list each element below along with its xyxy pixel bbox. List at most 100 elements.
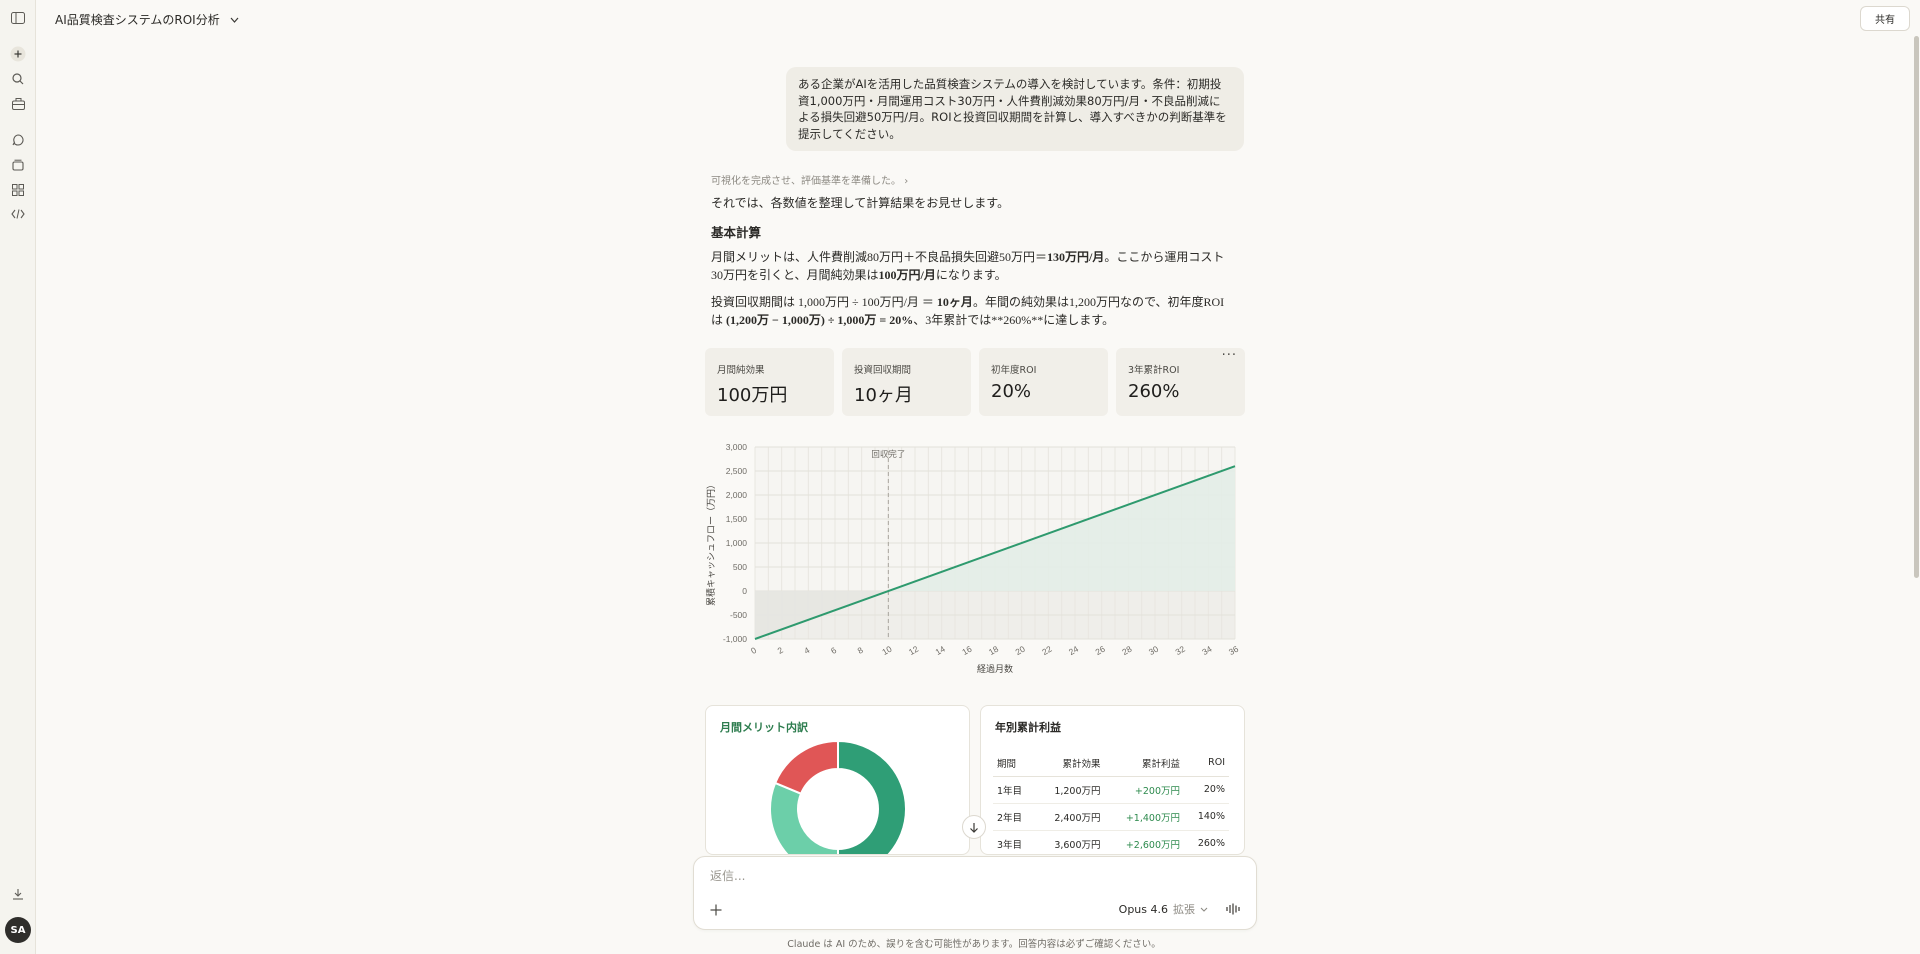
download-icon[interactable]: [8, 884, 28, 904]
x-tick-label: 16: [960, 644, 973, 658]
arrow-down-icon: [970, 822, 978, 833]
cashflow-chart: -1,000 -500 0 500 1,000 1,500 2,000 2,500 3,000 0…: [705, 438, 1245, 678]
metric-card: 月間純効果 100万円: [705, 348, 834, 416]
metric-label: 月間純効果: [717, 365, 765, 376]
add-attachment-button[interactable]: [710, 901, 722, 920]
table-cell: +1,400万円: [1104, 803, 1185, 831]
x-tick-label: 10: [880, 644, 893, 658]
table-cell: +2,600万円: [1104, 830, 1185, 854]
model-name: Opus 4.6: [1118, 902, 1168, 916]
reply-input[interactable]: [710, 869, 1210, 883]
table-row: 3年目 3,600万円 +2,600万円 260%: [993, 830, 1229, 854]
y-tick-label: -500: [730, 610, 747, 620]
chevron-down-icon: [230, 17, 239, 23]
y-tick-label: 1,000: [726, 538, 748, 548]
projects-icon[interactable]: [8, 94, 28, 114]
x-tick-label: 2: [776, 645, 785, 656]
y-tick-label: 2,000: [726, 490, 748, 500]
y-axis-label: 累積キャッシュフロー（万円）: [705, 480, 717, 606]
metric-label: 投資回収期間: [854, 365, 912, 376]
x-tick-label: 36: [1227, 644, 1240, 658]
table-cell: 1,200万円: [1035, 776, 1105, 804]
response-intro: それでは、各数値を整理して計算結果をお見せします。: [711, 196, 1010, 210]
x-tick-label: 8: [856, 645, 865, 656]
metric-value: 10ヶ月: [854, 385, 913, 406]
y-tick-label: 2,500: [726, 466, 748, 476]
x-tick-label: 14: [934, 644, 947, 658]
x-tick-label: 0: [749, 645, 758, 656]
x-tick-label: 6: [829, 645, 838, 656]
table-cell: 1年目: [993, 776, 1036, 804]
metric-value: 100万円: [717, 385, 788, 406]
y-tick-label: 0: [742, 586, 747, 596]
response-paragraph-2: 投資回収期間は 1,000万円 ÷ 100万円/月 ＝ 10ヶ月。年間の純効果は…: [711, 295, 1225, 327]
table-row: 1年目 1,200万円 +200万円 20%: [993, 776, 1229, 804]
table-cell: 20%: [1184, 776, 1229, 804]
chevron-right-icon: ›: [904, 176, 909, 187]
share-button[interactable]: 共有: [1860, 6, 1910, 31]
column-header: 累計効果: [1035, 750, 1105, 777]
scroll-to-bottom-button[interactable]: [962, 815, 986, 839]
cashflow-chart-svg: -1,000 -500 0 500 1,000 1,500 2,000 2,500 3,000 0…: [705, 442, 1240, 675]
column-header: 期間: [993, 750, 1036, 777]
search-icon[interactable]: [8, 69, 28, 89]
yearly-title: 年別累計利益: [995, 721, 1061, 734]
metric-card: 初年度ROI 20%: [979, 348, 1108, 416]
metric-cards: 月間純効果 100万円 投資回収期間 10ヶ月 初年度ROI 20% ··· 3…: [705, 348, 1245, 416]
thinking-summary-toggle[interactable]: 可視化を完成させ、評価基準を準備した。 ›: [711, 172, 908, 187]
x-tick-label: 34: [1200, 644, 1213, 658]
metric-value: 260%: [1128, 381, 1180, 402]
sidebar-rail: SA: [0, 0, 36, 954]
x-tick-label: 24: [1067, 644, 1080, 658]
response-paragraph-1: 月間メリットは、人件費削減80万円＋不良品損失回避50万円＝130万円/月。ここ…: [711, 250, 1225, 282]
donut-slice: [773, 739, 839, 795]
table-cell: 3,600万円: [1035, 830, 1105, 854]
artifacts-icon[interactable]: [8, 155, 28, 175]
table-cell: 2年目: [993, 803, 1036, 831]
chat-title: AI品質検査システムのROI分析: [55, 13, 220, 27]
model-selector[interactable]: Opus 4.6 拡張: [1119, 901, 1208, 917]
column-header: ROI: [1184, 750, 1229, 777]
disclaimer: Claude は AI のため、誤りを含む可能性があります。回答内容は必ずご確認…: [787, 939, 1161, 950]
column-header: 累計利益: [1104, 750, 1185, 777]
apps-icon[interactable]: [8, 180, 28, 200]
breakdown-title: 月間メリット内訳: [720, 721, 808, 734]
x-tick-label: 28: [1120, 644, 1133, 658]
x-tick-label: 20: [1014, 644, 1027, 658]
metric-card: 投資回収期間 10ヶ月: [842, 348, 971, 416]
breakdown-panel: 月間メリット内訳: [705, 705, 970, 855]
model-mode: 拡張: [1173, 903, 1195, 916]
sidebar-toggle-icon[interactable]: [8, 8, 28, 28]
voice-mode-button[interactable]: [1226, 901, 1244, 917]
donut-slice: [769, 781, 839, 854]
table-cell: 2,400万円: [1035, 803, 1105, 831]
code-icon[interactable]: [8, 204, 28, 224]
chats-icon[interactable]: [8, 130, 28, 150]
y-tick-label: 1,500: [726, 514, 748, 524]
yearly-table: 期間 累計効果 累計利益 ROI 1年目 1,200万円 +200万円 20% …: [993, 750, 1229, 854]
donut-slice: [837, 739, 907, 854]
user-message: ある企業がAIを活用した品質検査システムの導入を検討しています。条件：初期投資1…: [786, 67, 1244, 151]
x-axis-label: 経過月数: [977, 663, 1013, 675]
x-tick-label: 12: [907, 644, 920, 658]
more-options-icon[interactable]: ···: [1222, 348, 1237, 363]
chevron-down-icon: [1200, 907, 1208, 912]
section-heading: 基本計算: [711, 225, 762, 240]
table-cell: +200万円: [1104, 776, 1185, 804]
x-tick-label: 26: [1094, 644, 1107, 658]
new-chat-icon[interactable]: [8, 44, 28, 64]
plus-icon: [710, 904, 722, 916]
table-row: 2年目 2,400万円 +1,400万円 140%: [993, 803, 1229, 831]
table-cell: 140%: [1184, 803, 1229, 831]
chat-title-menu[interactable]: AI品質検査システムのROI分析: [55, 11, 239, 28]
y-tick-label: -1,000: [723, 634, 747, 644]
composer: Opus 4.6 拡張: [693, 856, 1257, 930]
x-tick-label: 30: [1147, 644, 1160, 658]
scrollbar[interactable]: [1914, 36, 1919, 578]
y-tick-label: 500: [733, 562, 747, 572]
metric-label: 初年度ROI: [991, 365, 1037, 376]
x-tick-label: 18: [987, 644, 1000, 658]
table-cell: 3年目: [993, 830, 1036, 854]
table-header-row: 期間 累計効果 累計利益 ROI: [993, 750, 1229, 777]
metric-value: 20%: [991, 381, 1032, 402]
